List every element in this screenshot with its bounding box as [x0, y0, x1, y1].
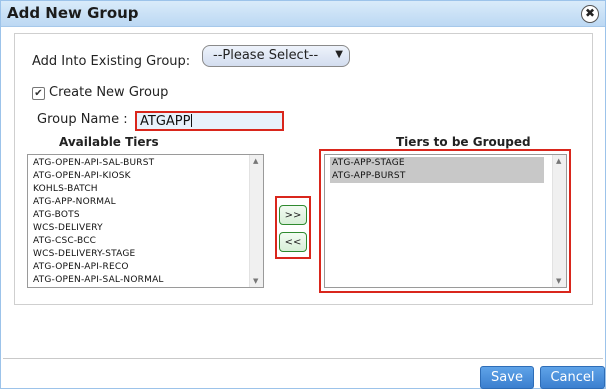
group-name-input[interactable]: ATGAPP — [135, 111, 284, 131]
footer-divider — [3, 358, 603, 359]
close-icon[interactable]: ✖ — [581, 5, 599, 23]
list-item[interactable]: ATG-OPEN-API-RECO — [28, 261, 263, 274]
dialog-title-bar: Add New Group ✖ — [1, 1, 605, 27]
existing-group-select[interactable]: --Please Select-- ▼ — [202, 45, 350, 67]
list-item[interactable]: ATG-APP-BURST — [330, 170, 544, 183]
available-tiers-scrollbar[interactable]: ▲ ▼ — [249, 155, 263, 287]
create-new-group-checkbox[interactable]: ✔ — [32, 87, 45, 100]
scroll-up-icon[interactable]: ▲ — [253, 157, 258, 165]
create-new-group-label: Create New Group — [49, 85, 169, 100]
grouped-tiers-scrollbar[interactable]: ▲ ▼ — [552, 155, 566, 287]
available-tiers-list[interactable]: ATG-OPEN-API-SAL-BURST ATG-OPEN-API-KIOS… — [27, 154, 264, 288]
available-tiers-heading: Available Tiers — [59, 135, 159, 149]
group-name-label: Group Name : — [37, 112, 128, 127]
list-item[interactable]: WCS-DELIVERY — [28, 222, 263, 235]
chevron-down-icon: ▼ — [335, 49, 343, 60]
list-item[interactable]: ATG-OPEN-API-SAL-NORMAL — [28, 274, 263, 287]
dialog-title: Add New Group — [7, 4, 139, 22]
scroll-down-icon[interactable]: ▼ — [556, 277, 561, 285]
add-to-group-button[interactable]: >> — [279, 205, 307, 225]
list-item[interactable]: KOHLS-BATCH — [28, 183, 263, 196]
existing-group-label: Add Into Existing Group: — [32, 54, 191, 69]
cancel-button[interactable]: Cancel — [540, 366, 605, 389]
existing-group-selected-value: --Please Select-- — [213, 48, 319, 63]
list-item[interactable]: ATG-OPEN-API-KIOSK — [28, 170, 263, 183]
scroll-down-icon[interactable]: ▼ — [253, 277, 258, 285]
add-new-group-dialog: Add New Group ✖ Add Into Existing Group:… — [0, 0, 606, 389]
list-item[interactable]: ATG-CSC-BCC — [28, 235, 263, 248]
list-item[interactable]: WCS-DELIVERY-STAGE — [28, 248, 263, 261]
remove-from-group-button[interactable]: << — [279, 232, 307, 252]
list-item[interactable]: ATG-OPEN-API-SAL-BURST — [28, 157, 263, 170]
save-button[interactable]: Save — [480, 366, 534, 389]
list-item[interactable]: ATG-APP-STAGE — [330, 157, 544, 170]
grouped-tiers-heading: Tiers to be Grouped — [396, 135, 531, 149]
list-item[interactable]: ATG-APP-NORMAL — [28, 196, 263, 209]
grouped-tiers-list[interactable]: ATG-APP-STAGE ATG-APP-BURST ▲ ▼ — [324, 154, 567, 288]
scroll-up-icon[interactable]: ▲ — [556, 157, 561, 165]
text-caret — [191, 114, 193, 127]
list-item[interactable]: ATG-BOTS — [28, 209, 263, 222]
group-name-value: ATGAPP — [140, 114, 191, 129]
